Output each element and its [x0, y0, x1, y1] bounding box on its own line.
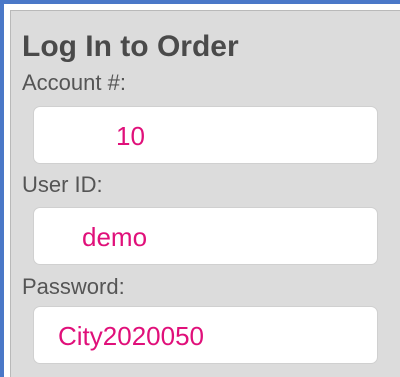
account-number-field[interactable]: 10	[33, 106, 378, 164]
password-label: Password:	[22, 274, 125, 299]
user-id-label: User ID:	[22, 172, 103, 197]
user-id-field[interactable]: demo	[33, 207, 378, 265]
login-title: Log In to Order	[22, 30, 239, 63]
password-field[interactable]: City2020050	[33, 306, 378, 364]
account-number-label: Account #:	[22, 70, 126, 95]
